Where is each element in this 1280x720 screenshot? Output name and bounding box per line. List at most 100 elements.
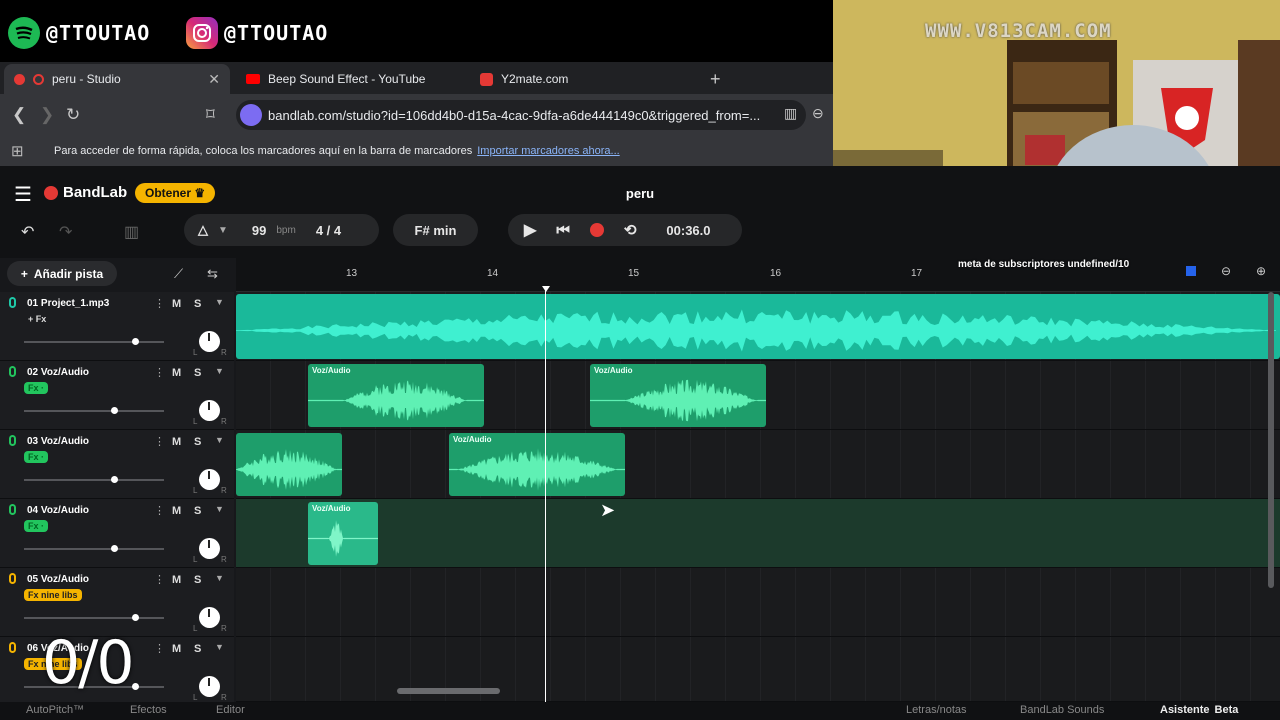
microphone-icon[interactable] xyxy=(9,573,16,584)
more-options-icon[interactable]: ⋮ xyxy=(154,573,165,586)
pan-knob[interactable] xyxy=(199,607,220,628)
tuning-fork-icon[interactable]: ⟋ xyxy=(174,266,183,282)
zoom-in-icon[interactable]: ⊕ xyxy=(1256,264,1266,278)
mute-button[interactable]: M xyxy=(172,367,181,379)
track-name[interactable]: 01 Project_1.mp3 xyxy=(27,298,109,309)
assistant-tab[interactable]: Asistente Beta xyxy=(1160,704,1238,716)
solo-button[interactable]: S xyxy=(194,574,201,586)
back-icon[interactable]: ❮ xyxy=(12,105,26,125)
zoom-out-icon[interactable]: ⊖ xyxy=(1221,264,1231,278)
reload-icon[interactable]: ↻ xyxy=(66,105,80,125)
import-bookmarks-link[interactable]: Importar marcadores ahora... xyxy=(477,145,619,157)
mute-button[interactable]: M xyxy=(172,505,181,517)
volume-slider[interactable] xyxy=(24,476,164,483)
track-header[interactable]: 05 Voz/Audio Fx nine libs ⋮ M S ▼ L R xyxy=(0,568,234,637)
track-name[interactable]: 04 Voz/Audio xyxy=(27,505,89,516)
metronome-icon[interactable]: △ xyxy=(198,222,208,238)
track-header[interactable]: 04 Voz/Audio Fx · ⋮ M S ▼ L R xyxy=(0,499,234,568)
microphone-icon[interactable] xyxy=(9,504,16,515)
skip-back-icon[interactable]: ⏮ xyxy=(556,222,570,239)
chevron-down-icon[interactable]: ▼ xyxy=(215,366,224,376)
solo-button[interactable]: S xyxy=(194,436,201,448)
track-header[interactable]: 01 Project_1.mp3 + Fx ⋮ M S ▼ L R xyxy=(0,292,234,361)
audio-clip[interactable]: Voz/Audio xyxy=(308,364,484,427)
more-options-icon[interactable]: ⋮ xyxy=(154,642,165,655)
close-tab-icon[interactable]: ✕ xyxy=(208,71,220,88)
track-lane-1[interactable] xyxy=(236,292,1280,361)
track-header[interactable]: 03 Voz/Audio Fx · ⋮ M S ▼ L R xyxy=(0,430,234,499)
record-icon[interactable] xyxy=(589,223,604,237)
more-options-icon[interactable]: ⋮ xyxy=(154,366,165,379)
loop-icon[interactable]: ⟲ xyxy=(624,221,637,239)
volume-handle[interactable] xyxy=(132,614,139,621)
more-options-icon[interactable]: ⋮ xyxy=(154,435,165,448)
track-lane-4[interactable]: Voz/Audio xyxy=(236,499,1280,568)
track-lane-5[interactable] xyxy=(236,568,1280,637)
audio-clip[interactable] xyxy=(236,294,1280,359)
volume-handle[interactable] xyxy=(132,683,139,690)
apps-grid-icon[interactable]: ⊞ xyxy=(11,142,24,160)
fx-button[interactable]: + Fx xyxy=(24,313,50,325)
track-lane-6[interactable] xyxy=(236,637,1280,702)
fx-button[interactable]: Fx nine libs xyxy=(24,589,82,601)
chevron-down-icon[interactable]: ▼ xyxy=(215,435,224,445)
chevron-down-icon[interactable]: ▼ xyxy=(215,642,224,652)
tab-youtube[interactable]: Beep Sound Effect - YouTube xyxy=(236,64,458,94)
solo-button[interactable]: S xyxy=(194,643,201,655)
pan-knob[interactable] xyxy=(199,469,220,490)
tab-peru-studio[interactable]: peru - Studio ✕ xyxy=(4,64,230,94)
chevron-down-icon[interactable]: ▼ xyxy=(215,297,224,307)
fx-button[interactable]: Fx · xyxy=(24,451,49,463)
snap-icon[interactable]: ⇆ xyxy=(207,266,218,282)
pan-knob[interactable] xyxy=(199,676,220,697)
track-lane-2[interactable]: Voz/Audio Voz/Audio xyxy=(236,361,1280,430)
vertical-scrollbar[interactable] xyxy=(1268,292,1274,588)
volume-handle[interactable] xyxy=(111,545,118,552)
new-tab-button[interactable]: + xyxy=(700,64,731,94)
chevron-down-icon[interactable]: ▼ xyxy=(215,573,224,583)
lyrics-tab[interactable]: Letras/notas xyxy=(906,704,967,716)
url-field[interactable]: bandlab.com/studio?id=106dd4b0-d15a-4cac… xyxy=(236,100,806,130)
track-name[interactable]: 05 Voz/Audio xyxy=(27,574,89,585)
microphone-icon[interactable] xyxy=(9,642,16,653)
volume-slider[interactable] xyxy=(24,338,164,345)
volume-handle[interactable] xyxy=(111,407,118,414)
audio-clip[interactable]: Voz/Audio xyxy=(590,364,766,427)
pan-knob[interactable] xyxy=(199,331,220,352)
volume-slider[interactable] xyxy=(24,407,164,414)
time-signature[interactable]: 4 / 4 xyxy=(316,223,341,238)
pan-knob[interactable] xyxy=(199,400,220,421)
reader-mode-icon[interactable]: ▥ xyxy=(784,105,797,122)
mute-button[interactable]: M xyxy=(172,643,181,655)
mixer-icon[interactable]: ▥ xyxy=(124,222,139,242)
more-options-icon[interactable]: ⋮ xyxy=(154,297,165,310)
get-membership-button[interactable]: Obtener ♛ xyxy=(135,183,216,203)
redo-icon[interactable]: ↷ xyxy=(59,222,72,242)
volume-slider[interactable] xyxy=(24,545,164,552)
audio-clip[interactable] xyxy=(236,433,342,496)
key-selector[interactable]: F# min xyxy=(393,214,478,246)
track-lane-3[interactable]: Voz/Audio xyxy=(236,430,1280,499)
tab-y2mate[interactable]: Y2mate.com xyxy=(470,64,692,94)
bpm-value[interactable]: 99 xyxy=(252,223,266,238)
sounds-tab[interactable]: BandLab Sounds xyxy=(1020,704,1104,716)
solo-button[interactable]: S xyxy=(194,367,201,379)
chevron-down-icon[interactable]: ▼ xyxy=(215,504,224,514)
undo-icon[interactable]: ↶ xyxy=(21,222,34,242)
audio-clip[interactable]: Voz/Audio xyxy=(308,502,378,565)
bandlab-logo[interactable]: BandLab xyxy=(44,184,127,201)
zoom-icon[interactable]: ⊖ xyxy=(812,105,824,122)
track-name[interactable]: 02 Voz/Audio xyxy=(27,367,89,378)
marker-icon[interactable] xyxy=(1186,266,1196,276)
solo-button[interactable]: S xyxy=(194,298,201,310)
effects-tab[interactable]: Efectos xyxy=(130,704,167,716)
autopitch-tab[interactable]: AutoPitch™ xyxy=(26,704,84,716)
editor-tab[interactable]: Editor xyxy=(216,704,245,716)
fx-button[interactable]: Fx · xyxy=(24,382,49,394)
track-name[interactable]: 03 Voz/Audio xyxy=(27,436,89,447)
playhead[interactable] xyxy=(545,286,546,718)
track-header[interactable]: 02 Voz/Audio Fx · ⋮ M S ▼ L R xyxy=(0,361,234,430)
mute-button[interactable]: M xyxy=(172,574,181,586)
fx-button[interactable]: Fx · xyxy=(24,520,49,532)
menu-icon[interactable]: ☰ xyxy=(14,182,32,207)
